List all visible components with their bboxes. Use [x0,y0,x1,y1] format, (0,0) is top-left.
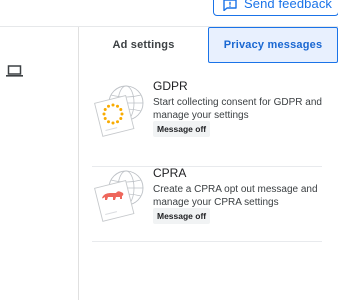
california-bear-icon [94,170,144,222]
message-card-cpra[interactable]: CPRA Create a CPRA opt out message and m… [92,166,322,242]
tab-ad-settings[interactable]: Ad settings [79,27,208,63]
status-badge: Message off [153,208,211,224]
message-title: CPRA [153,166,187,180]
send-feedback-label: Send feedback [244,0,333,11]
eu-stars-icon [94,85,144,137]
message-card-gdpr[interactable]: GDPR Start collecting consent for GDPR a… [92,79,322,167]
tab-bar: Ad settings Privacy messages [79,27,338,63]
top-bar: Send feedback [0,0,338,27]
laptop-icon[interactable] [6,65,23,77]
message-description: Start collecting consent for GDPR and ma… [153,97,322,121]
left-rail [0,27,79,300]
privacy-messages-page: Send feedback Ad settings Privacy messag… [0,0,338,300]
send-feedback-button[interactable]: Send feedback [213,0,338,16]
tab-privacy-messages[interactable]: Privacy messages [208,27,338,63]
feedback-icon [223,0,237,11]
message-title: GDPR [153,79,188,93]
message-description: Create a CPRA opt out message and manage… [153,184,318,208]
status-badge: Message off [153,121,211,137]
